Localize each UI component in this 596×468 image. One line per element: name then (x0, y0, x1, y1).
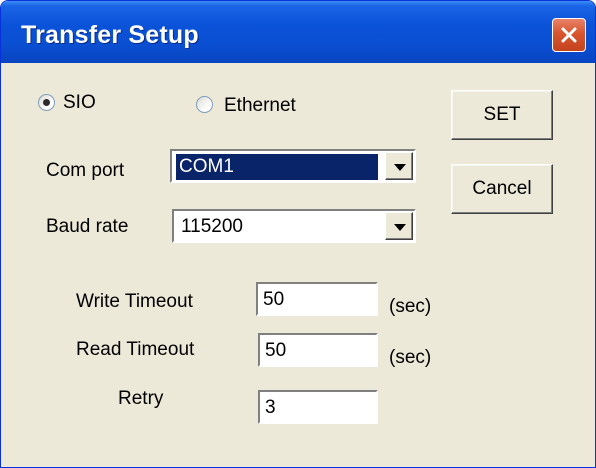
chevron-down-icon (394, 164, 406, 171)
retry-label: Retry (118, 388, 164, 409)
dialog-body: SIO Ethernet Com port COM1 Baud rate 115… (5, 63, 591, 463)
baud-rate-select[interactable]: 115200 (172, 209, 416, 243)
close-button[interactable] (552, 18, 586, 52)
write-timeout-unit: (sec) (389, 296, 432, 317)
title-bar[interactable]: Transfer Setup (1, 1, 595, 63)
chevron-down-icon (394, 224, 406, 231)
retry-input[interactable]: 3 (258, 390, 378, 424)
baud-rate-label: Baud rate (46, 216, 129, 237)
transfer-setup-dialog: Transfer Setup SIO Ethernet Com port COM… (0, 0, 596, 468)
read-timeout-unit: (sec) (389, 347, 432, 368)
radio-selected-dot (43, 99, 50, 106)
write-timeout-input[interactable]: 50 (256, 282, 378, 316)
radio-ethernet[interactable] (196, 96, 213, 113)
com-port-dropdown-button[interactable] (385, 152, 413, 180)
radio-sio-label[interactable]: SIO (63, 92, 96, 114)
write-timeout-label: Write Timeout (76, 291, 193, 312)
read-timeout-label: Read Timeout (76, 339, 195, 360)
set-button[interactable]: SET (451, 90, 553, 140)
radio-sio[interactable] (38, 94, 55, 111)
com-port-value: COM1 (176, 154, 378, 180)
baud-rate-value: 115200 (181, 216, 243, 237)
com-port-select[interactable]: COM1 (170, 149, 416, 183)
read-timeout-input[interactable]: 50 (258, 333, 378, 367)
baud-rate-dropdown-button[interactable] (385, 212, 413, 240)
close-icon (561, 27, 577, 43)
radio-ethernet-label[interactable]: Ethernet (224, 95, 296, 117)
com-port-label: Com port (46, 160, 125, 181)
cancel-button[interactable]: Cancel (451, 164, 553, 214)
dialog-title: Transfer Setup (21, 21, 199, 49)
